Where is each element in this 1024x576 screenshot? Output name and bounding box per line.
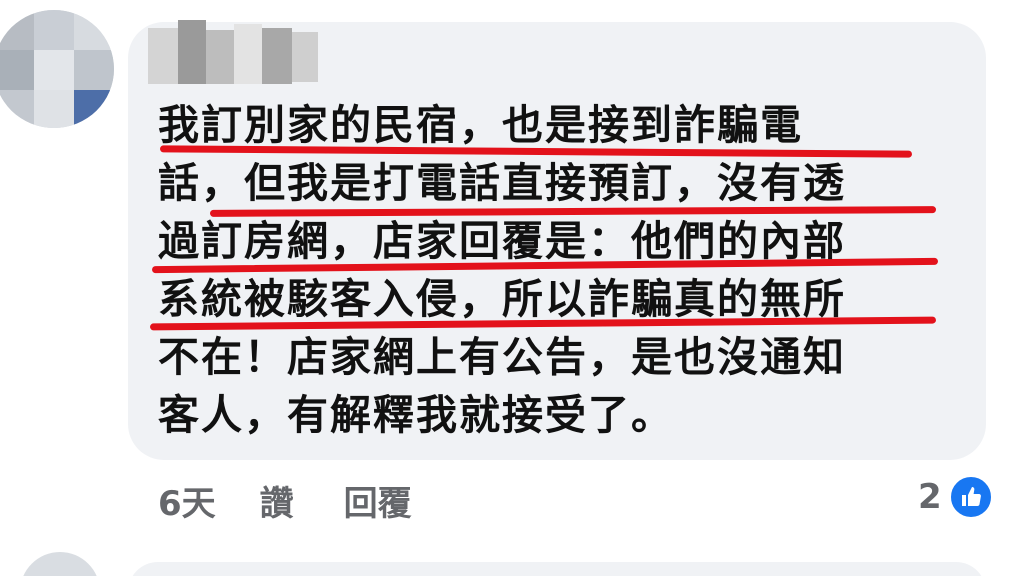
commenter-name-blurred[interactable] [148, 20, 320, 90]
like-button[interactable]: 讚 [260, 476, 294, 525]
comment-line: 系統被駭客入侵，所以詐騙真的無所 [158, 275, 846, 323]
comment-line: 客人，有解釋我就接受了。 [158, 391, 674, 439]
reaction-summary[interactable]: 2 [918, 474, 994, 520]
comment-line: 我訂別家的民宿，也是接到詐騙電 [158, 101, 803, 149]
comment-line: 話，但我是打電話直接預訂，沒有透 [158, 159, 846, 207]
comment-line: 不在！店家網上有公告，是也沒通知 [158, 333, 846, 381]
comment-line: 過訂房網，店家回覆是：他們的內部 [158, 217, 846, 265]
next-commenter-avatar[interactable] [20, 552, 100, 576]
next-comment-bubble [128, 562, 986, 576]
commenter-avatar[interactable] [0, 10, 114, 128]
comment-screen: 我訂別家的民宿，也是接到詐騙電 話，但我是打電話直接預訂，沒有透 過訂房網，店家… [0, 0, 1024, 576]
reply-button[interactable]: 回覆 [344, 476, 412, 525]
comment-timestamp[interactable]: 6天 [158, 476, 216, 525]
thumbs-up-icon [947, 474, 994, 520]
comment-text: 我訂別家的民宿，也是接到詐騙電 話，但我是打電話直接預訂，沒有透 過訂房網，店家… [158, 96, 958, 444]
reaction-count: 2 [918, 477, 942, 517]
comment-actions: 6天 讚 回覆 [158, 476, 412, 525]
